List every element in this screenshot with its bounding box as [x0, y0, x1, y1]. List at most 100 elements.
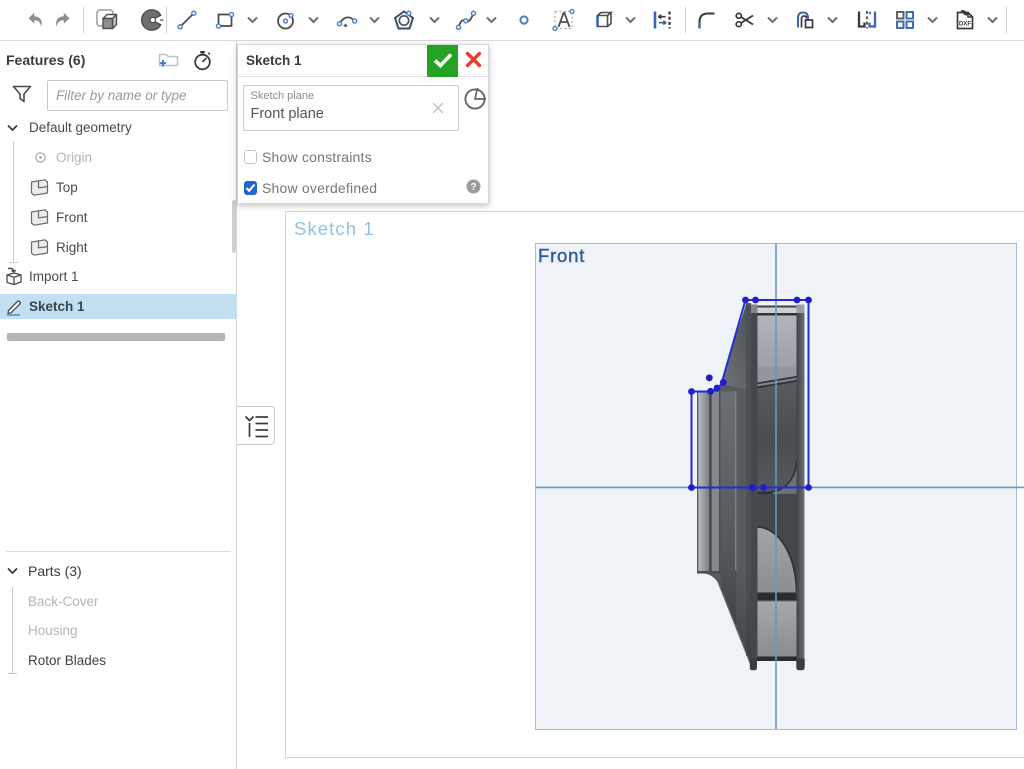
- part-item-back-cover[interactable]: Back-Cover: [0, 589, 237, 614]
- parts-header-label: Parts (3): [28, 563, 82, 579]
- point-tool-button[interactable]: [511, 7, 537, 33]
- polygon-tool-button[interactable]: [391, 7, 417, 33]
- part-item-housing[interactable]: Housing: [0, 618, 237, 643]
- pencil-icon: [6, 298, 24, 316]
- close-icon: [465, 51, 482, 71]
- rollback-bar[interactable]: [7, 333, 225, 341]
- circle-tool-button[interactable]: [273, 7, 299, 33]
- checkbox-checked[interactable]: [244, 181, 258, 195]
- arc-dropdown-button[interactable]: [368, 14, 380, 26]
- feature-item-import-1[interactable]: Import 1: [0, 264, 237, 289]
- pattern-dropdown-button[interactable]: [926, 14, 938, 26]
- sketch-plane-field[interactable]: Sketch plane Front plane: [243, 85, 459, 131]
- checkbox-unchecked[interactable]: [244, 150, 258, 164]
- sketch-dialog: Sketch 1 Sketch plane Front plane Show c…: [237, 44, 489, 204]
- features-panel-title: Features (6): [6, 52, 85, 68]
- mirror-icon: [854, 7, 880, 33]
- dxf-tool-button[interactable]: DXF: [952, 7, 978, 33]
- fillet-icon: [695, 8, 719, 32]
- dxf-dropdown-button[interactable]: [986, 14, 998, 26]
- spline-dropdown-button[interactable]: [485, 14, 497, 26]
- circle-dropdown-button[interactable]: [307, 14, 319, 26]
- chevron-down-icon: [767, 11, 778, 29]
- redo-icon: [50, 8, 74, 32]
- part-item-rotor-blades[interactable]: Rotor Blades: [0, 648, 237, 673]
- feature-item-top[interactable]: Top: [0, 175, 237, 200]
- revolve-icon: [138, 7, 164, 33]
- spline-tool-button[interactable]: [453, 7, 479, 33]
- plane-icon: [30, 208, 49, 227]
- tree-chevron-icon[interactable]: [7, 567, 18, 575]
- tree-chevron-icon[interactable]: [7, 124, 18, 132]
- part-item-label: Rotor Blades: [28, 653, 106, 668]
- toolbar-separator: [83, 7, 84, 33]
- plane-icon: [30, 238, 49, 257]
- trim-tool-button[interactable]: [732, 7, 758, 33]
- chevron-down-icon: [429, 11, 440, 29]
- use-dropdown-button[interactable]: [624, 14, 636, 26]
- feature-item-sketch-1[interactable]: Sketch 1: [0, 294, 237, 319]
- polygon-dropdown-button[interactable]: [428, 14, 440, 26]
- pattern-tool-button[interactable]: [892, 7, 918, 33]
- features-panel-header: Features (6): [0, 48, 236, 74]
- stopwatch-icon[interactable]: [192, 49, 213, 77]
- feature-item-front[interactable]: Front: [0, 205, 237, 230]
- line-icon: [175, 8, 199, 32]
- checkbox-label: Show overdefined: [262, 180, 377, 196]
- trim-dropdown-button[interactable]: [766, 14, 778, 26]
- add-folder-icon[interactable]: [158, 51, 179, 73]
- offset-dropdown-button[interactable]: [826, 14, 838, 26]
- cancel-button[interactable]: [460, 45, 486, 77]
- sketch-dialog-title: Sketch 1: [246, 53, 302, 68]
- text-tool-button[interactable]: [551, 7, 577, 33]
- filter-funnel-icon[interactable]: [12, 85, 32, 108]
- text-icon: [551, 7, 577, 33]
- arc-tool-button[interactable]: [334, 7, 360, 33]
- rectangle-dropdown-button[interactable]: [246, 14, 258, 26]
- filter-input[interactable]: [47, 80, 228, 111]
- clock-icon[interactable]: [464, 88, 486, 115]
- feature-item-label: Front: [56, 210, 88, 225]
- undo-tool-button[interactable]: [23, 7, 49, 33]
- revolve-tool-button[interactable]: [138, 7, 164, 33]
- feature-item-label: Right: [56, 240, 88, 255]
- clear-selection-icon[interactable]: [430, 100, 446, 116]
- show-overdefined-checkbox-row[interactable]: Show overdefined: [244, 180, 378, 196]
- extrude-tool-button[interactable]: [94, 7, 120, 33]
- undo-icon: [24, 8, 48, 32]
- offset-tool-button[interactable]: [792, 7, 818, 33]
- sketch-plane-field-label: Sketch plane: [251, 90, 315, 102]
- tree-connector-end: [9, 262, 18, 263]
- parts-connector: [12, 587, 13, 673]
- show-constraints-checkbox-row[interactable]: Show constraints: [244, 149, 372, 165]
- accept-button[interactable]: [427, 45, 458, 77]
- parts-connector-end: [8, 673, 17, 674]
- pattern-icon: [893, 8, 917, 32]
- trim-icon: [733, 8, 757, 32]
- dimension-icon: [650, 8, 674, 32]
- mirror-tool-button[interactable]: [854, 7, 880, 33]
- plane-icon: [30, 178, 49, 197]
- panel-scrollbar[interactable]: [232, 200, 236, 253]
- panel-collapse-button[interactable]: [237, 406, 275, 445]
- help-icon[interactable]: ?: [466, 179, 481, 199]
- sketch-plane-field-value: Front plane: [251, 106, 324, 122]
- rectangle-tool-button[interactable]: [212, 7, 238, 33]
- line-tool-button[interactable]: [174, 7, 200, 33]
- sketch-dialog-titlebar: Sketch 1: [238, 45, 488, 77]
- fillet-tool-button[interactable]: [694, 7, 720, 33]
- parts-header[interactable]: Parts (3): [0, 558, 237, 583]
- feature-item-origin[interactable]: Origin: [0, 145, 237, 170]
- chevron-down-icon: [486, 11, 497, 29]
- use-tool-button[interactable]: [590, 7, 616, 33]
- feature-item-label: Top: [56, 180, 78, 195]
- redo-tool-button[interactable]: [49, 7, 75, 33]
- toolbar-separator: [1006, 7, 1007, 33]
- chevron-down-icon: [987, 11, 998, 29]
- feature-item-label: Origin: [56, 150, 92, 165]
- dimension-tool-button[interactable]: [649, 7, 675, 33]
- feature-item-right[interactable]: Right: [0, 235, 237, 260]
- import-icon: [4, 267, 24, 287]
- dxf-icon: DXF: [953, 8, 977, 32]
- feature-item-default-geometry[interactable]: Default geometry: [0, 115, 237, 140]
